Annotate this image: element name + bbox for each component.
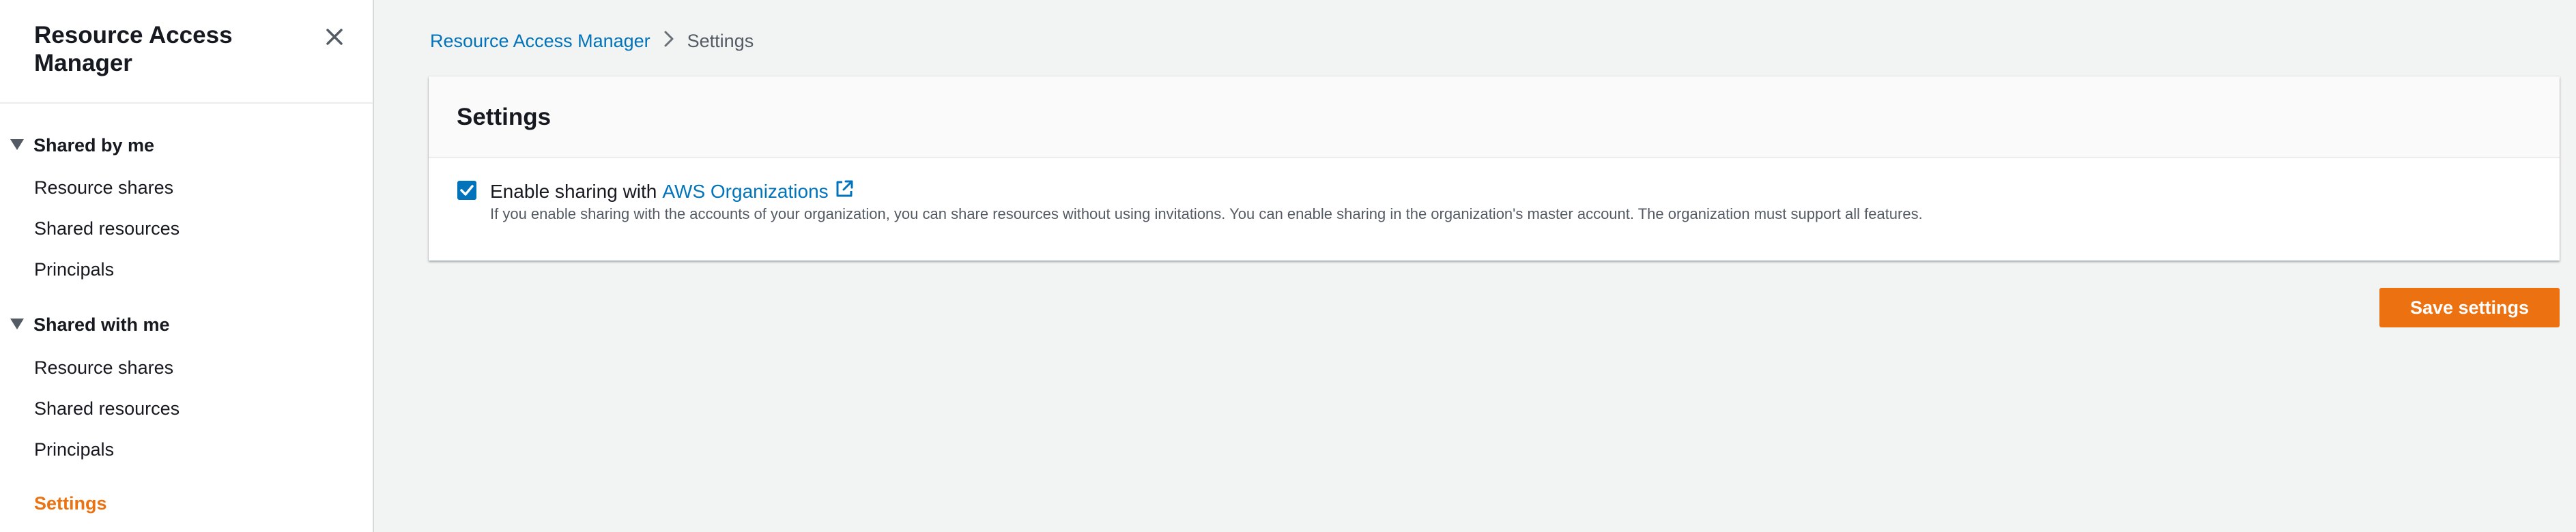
settings-panel: Settings Enable sharing with AWS Organiz… [429, 76, 2560, 261]
section-shared-by-me[interactable]: Shared by me [0, 135, 154, 156]
enable-sharing-label: Enable sharing with AWS Organizations [490, 179, 855, 204]
side-navigation: Resource Access Manager Shared by me Res… [0, 0, 374, 532]
aws-organizations-link-text: AWS Organizations [662, 180, 829, 202]
sidebar-title: Resource Access Manager [34, 22, 233, 76]
enable-sharing-checkbox[interactable] [457, 181, 476, 200]
sidebar-header: Resource Access Manager [0, 0, 373, 104]
caret-down-icon [9, 314, 25, 336]
sidebar-item-principals-by-me[interactable]: Principals [34, 259, 114, 280]
close-icon[interactable] [321, 23, 348, 50]
aws-organizations-link[interactable]: AWS Organizations [662, 179, 854, 204]
sidebar-item-shared-resources-with-me[interactable]: Shared resources [34, 398, 180, 419]
save-settings-button[interactable]: Save settings [2379, 288, 2560, 327]
option-description: If you enable sharing with the accounts … [490, 205, 1923, 222]
sidebar-item-principals-with-me[interactable]: Principals [34, 439, 114, 460]
sidebar-item-shared-resources-by-me[interactable]: Shared resources [34, 218, 180, 239]
sidebar-item-resource-shares-by-me[interactable]: Resource shares [34, 177, 173, 198]
sidebar-item-resource-shares-with-me[interactable]: Resource shares [34, 357, 173, 379]
external-link-icon [834, 179, 855, 204]
section-shared-with-me[interactable]: Shared with me [0, 314, 170, 336]
section-label: Shared with me [33, 314, 170, 335]
section-label: Shared by me [33, 135, 155, 156]
chevron-right-icon [663, 29, 675, 54]
panel-header: Settings [429, 76, 2560, 158]
breadcrumb: Resource Access Manager Settings [430, 29, 754, 54]
breadcrumb-root-link[interactable]: Resource Access Manager [430, 31, 650, 52]
panel-title: Settings [457, 104, 552, 130]
sidebar-item-settings[interactable]: Settings [34, 493, 107, 514]
option-label-text: Enable sharing with [490, 180, 657, 202]
caret-down-icon [9, 135, 25, 156]
breadcrumb-current: Settings [687, 31, 754, 51]
